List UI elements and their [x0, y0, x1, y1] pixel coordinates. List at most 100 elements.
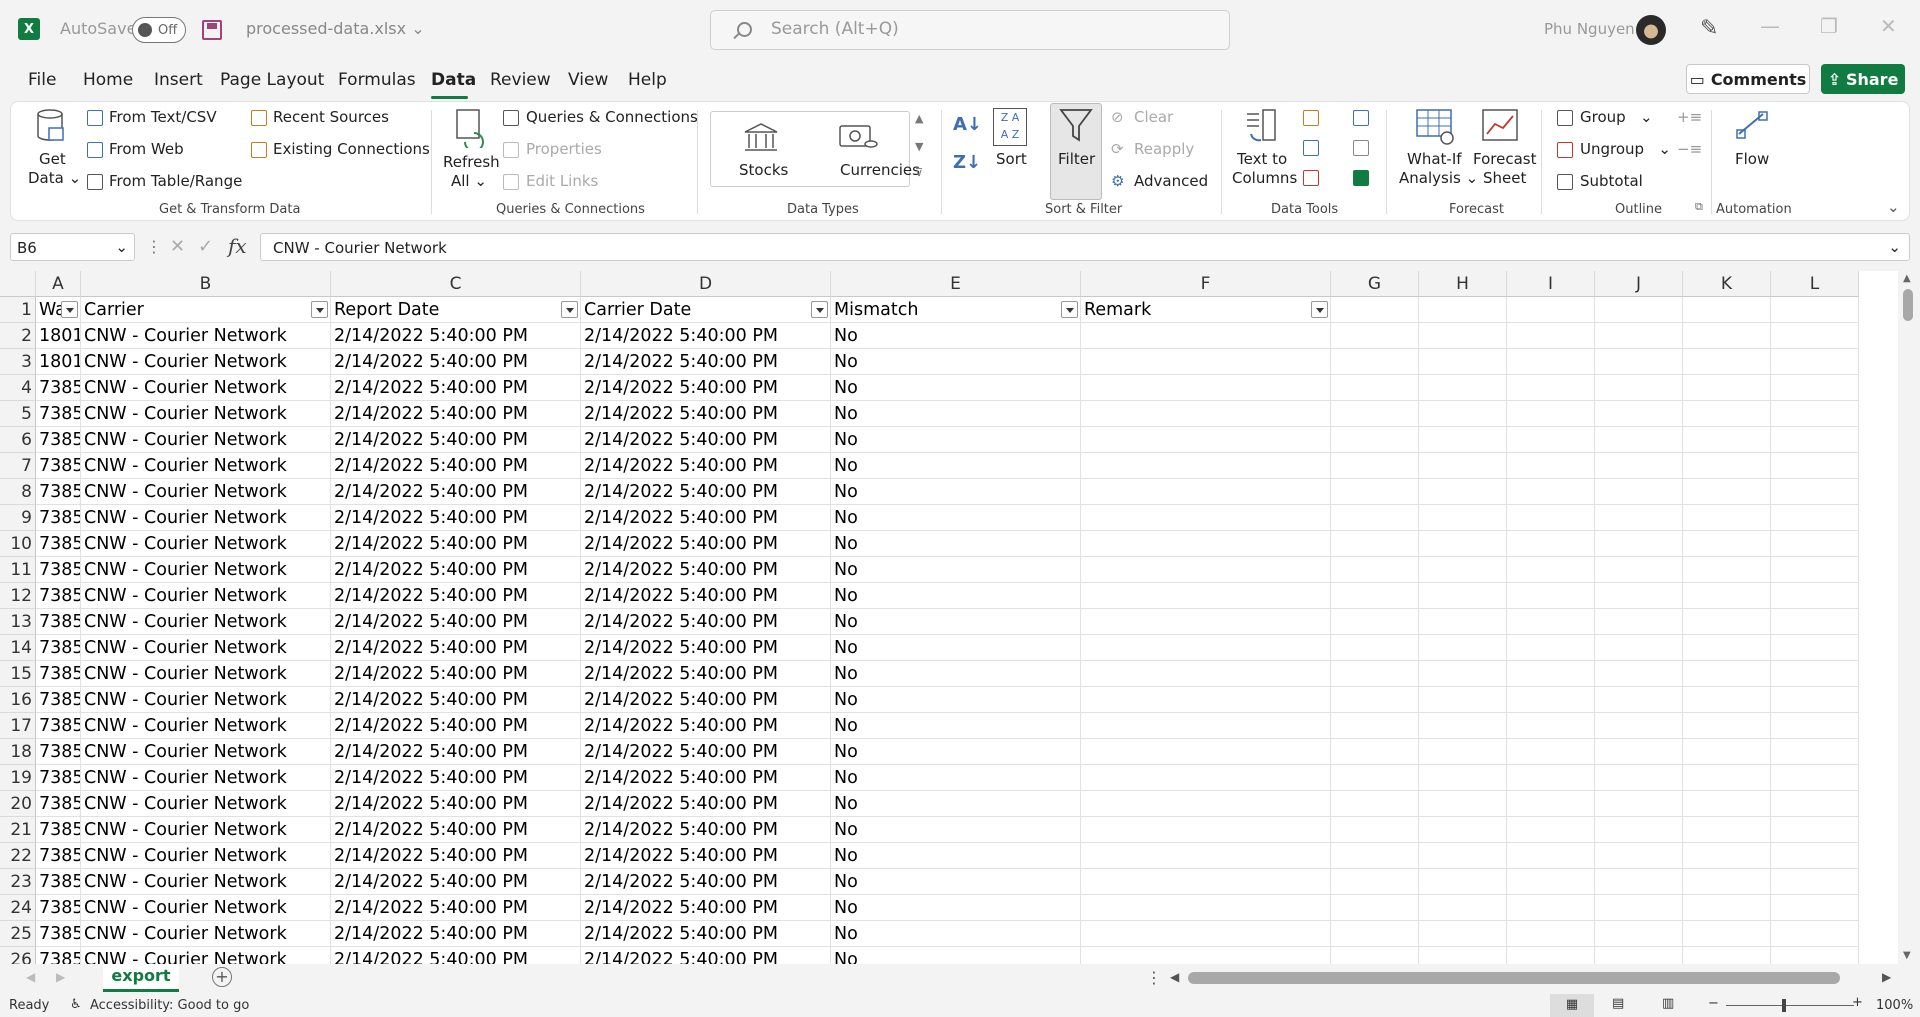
hide-detail-icon[interactable]: −≡ [1677, 140, 1702, 158]
cell[interactable] [1419, 843, 1507, 869]
cell[interactable] [1771, 947, 1859, 964]
cell[interactable]: CNW - Courier Network [81, 713, 331, 739]
cell[interactable] [1081, 843, 1331, 869]
zoom-slider-thumb[interactable] [1782, 999, 1786, 1012]
sort-az-icon[interactable]: A↓ [953, 114, 982, 135]
cell[interactable] [1419, 479, 1507, 505]
cell[interactable]: 73851 [36, 635, 81, 661]
cell[interactable]: 2/14/2022 5:40:00 PM [331, 947, 581, 964]
cell[interactable]: 2/14/2022 5:40:00 PM [581, 427, 831, 453]
name-box[interactable]: B6 ⌄ [10, 233, 135, 261]
cell[interactable]: 2/14/2022 5:40:00 PM [331, 427, 581, 453]
cell[interactable]: CNW - Courier Network [81, 479, 331, 505]
relationships-icon[interactable] [1353, 140, 1369, 156]
cell[interactable] [1771, 713, 1859, 739]
cell[interactable] [1595, 323, 1683, 349]
row-header[interactable]: 15 [0, 661, 36, 687]
accessibility-status[interactable]: Accessibility: Good to go [90, 998, 249, 1013]
cell[interactable]: 73851 [36, 791, 81, 817]
cell[interactable]: No [831, 687, 1081, 713]
cell[interactable] [1507, 791, 1595, 817]
cell[interactable]: 73851 [36, 869, 81, 895]
consolidate-icon[interactable] [1353, 110, 1369, 126]
column-header-k[interactable]: K [1683, 271, 1771, 297]
cell[interactable] [1081, 401, 1331, 427]
cell[interactable] [1595, 947, 1683, 964]
cell[interactable] [1595, 453, 1683, 479]
cell[interactable] [1683, 895, 1771, 921]
cell[interactable] [1507, 427, 1595, 453]
cell[interactable] [1507, 609, 1595, 635]
cell[interactable] [1419, 583, 1507, 609]
cell[interactable] [1683, 843, 1771, 869]
cell[interactable] [1683, 635, 1771, 661]
close-icon[interactable]: ✕ [1880, 14, 1897, 38]
cell[interactable]: 73851 [36, 661, 81, 687]
cell[interactable]: 73851 [36, 843, 81, 869]
cell[interactable]: No [831, 661, 1081, 687]
cell[interactable] [1331, 661, 1419, 687]
filter-dropdown-icon[interactable] [811, 301, 828, 318]
cell[interactable] [1081, 479, 1331, 505]
cell[interactable] [1419, 739, 1507, 765]
cell[interactable] [1331, 349, 1419, 375]
cell[interactable]: CNW - Courier Network [81, 947, 331, 964]
row-header[interactable]: 8 [0, 479, 36, 505]
cell[interactable]: 73851 [36, 375, 81, 401]
cell[interactable] [1771, 635, 1859, 661]
cell[interactable] [1331, 817, 1419, 843]
cell[interactable]: No [831, 713, 1081, 739]
cell[interactable]: No [831, 947, 1081, 964]
cell[interactable] [1419, 557, 1507, 583]
tab-data[interactable]: Data [431, 70, 476, 90]
zoom-slider[interactable] [1726, 1005, 1854, 1006]
cell[interactable]: CNW - Courier Network [81, 635, 331, 661]
row-header[interactable]: 5 [0, 401, 36, 427]
cell[interactable]: CNW - Courier Network [81, 427, 331, 453]
cell[interactable]: 2/14/2022 5:40:00 PM [331, 895, 581, 921]
cell[interactable]: 2/14/2022 5:40:00 PM [581, 453, 831, 479]
cell[interactable] [1771, 609, 1859, 635]
cell[interactable] [1507, 349, 1595, 375]
cell[interactable]: 73851 [36, 557, 81, 583]
cell[interactable]: No [831, 791, 1081, 817]
cell[interactable]: 73851 [36, 947, 81, 964]
cell[interactable] [1595, 869, 1683, 895]
cell[interactable] [1331, 895, 1419, 921]
cell[interactable] [1331, 323, 1419, 349]
cell[interactable]: No [831, 843, 1081, 869]
cell[interactable] [1771, 323, 1859, 349]
table-header-cell[interactable]: Carrier [81, 297, 331, 323]
collapse-ribbon-icon[interactable]: ⌄ [1887, 198, 1900, 216]
row-header[interactable]: 20 [0, 791, 36, 817]
row-header[interactable]: 21 [0, 817, 36, 843]
cell[interactable]: 2/14/2022 5:40:00 PM [331, 713, 581, 739]
cell[interactable]: CNW - Courier Network [81, 921, 331, 947]
page-layout-view-icon[interactable]: ▤ [1612, 996, 1624, 1011]
cell[interactable] [1595, 297, 1683, 323]
cell[interactable] [1419, 297, 1507, 323]
cell[interactable] [1771, 531, 1859, 557]
cell[interactable] [1419, 505, 1507, 531]
cell[interactable] [1331, 557, 1419, 583]
cell[interactable] [1507, 505, 1595, 531]
cell[interactable]: 2/14/2022 5:40:00 PM [331, 609, 581, 635]
cell[interactable] [1419, 713, 1507, 739]
cell[interactable]: CNW - Courier Network [81, 895, 331, 921]
cell[interactable]: 2/14/2022 5:40:00 PM [331, 505, 581, 531]
cell[interactable]: No [831, 895, 1081, 921]
column-header-j[interactable]: J [1595, 271, 1683, 297]
data-model-icon[interactable] [1353, 170, 1369, 186]
cell[interactable] [1331, 791, 1419, 817]
cell[interactable] [1595, 401, 1683, 427]
cell[interactable] [1683, 921, 1771, 947]
column-header-a[interactable]: A [36, 271, 81, 297]
cell[interactable]: 2/14/2022 5:40:00 PM [581, 531, 831, 557]
cell[interactable] [1595, 765, 1683, 791]
cell[interactable] [1595, 583, 1683, 609]
cell[interactable] [1507, 323, 1595, 349]
cell[interactable] [1507, 765, 1595, 791]
horizontal-scroll-thumb[interactable] [1188, 972, 1840, 984]
column-header-l[interactable]: L [1771, 271, 1859, 297]
cell[interactable] [1595, 531, 1683, 557]
